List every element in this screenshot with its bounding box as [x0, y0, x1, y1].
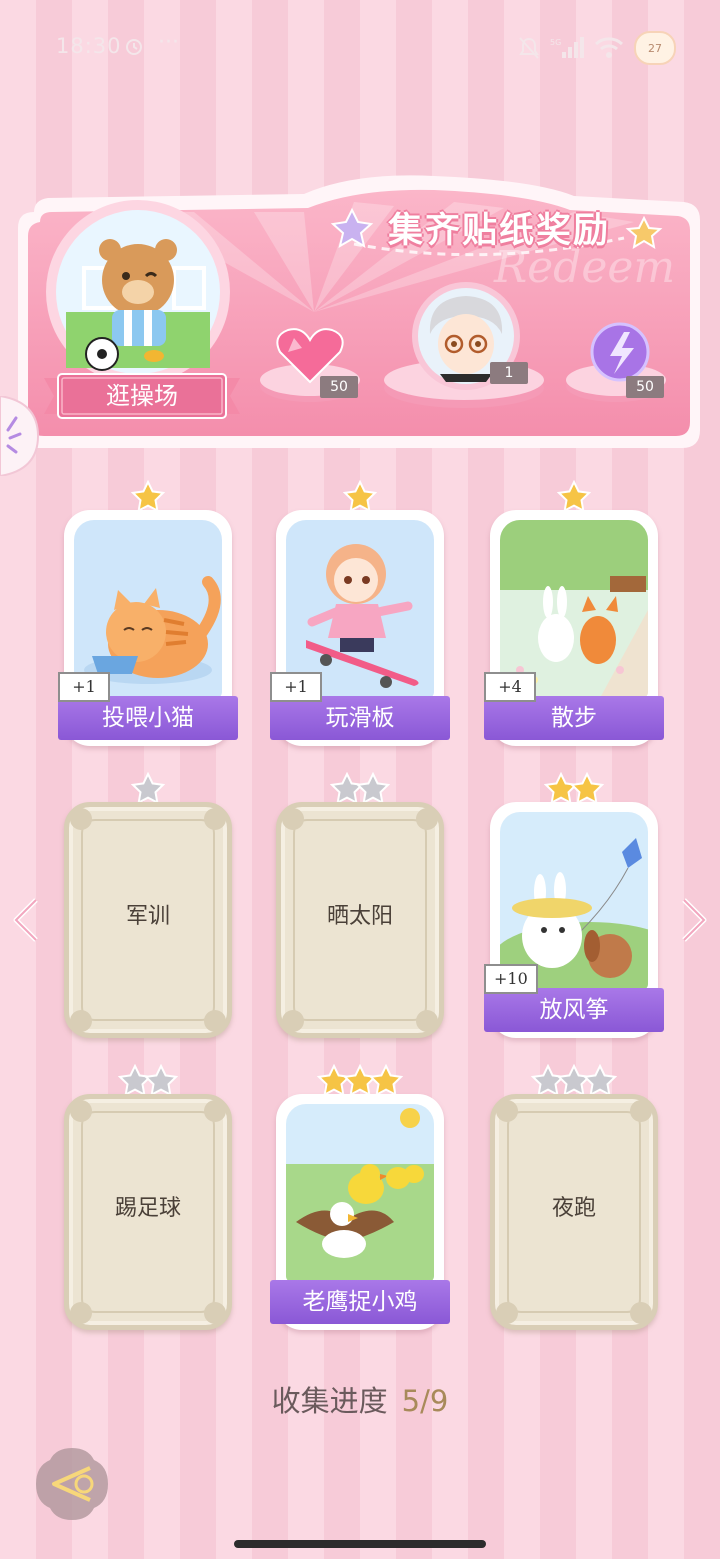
card-corner-ornament [204, 1302, 226, 1324]
card-corner-ornament [70, 1302, 92, 1324]
card-corner-ornament [204, 1010, 226, 1032]
card-title: 玩滑板 [270, 696, 450, 740]
reward-character-count: 1 [490, 362, 528, 384]
reward-heart-count: 50 [320, 376, 358, 398]
card-corner-ornament [70, 808, 92, 830]
collection-progress-value: 5/9 [401, 1384, 449, 1418]
svg-text:5G: 5G [550, 38, 561, 47]
previous-page-arrow-icon[interactable] [10, 896, 40, 944]
wifi-icon [594, 37, 624, 58]
card-title: 踢足球 [114, 1196, 181, 1221]
collection-progress-label: 收集进度 [271, 1384, 388, 1418]
character-avatar [384, 282, 544, 408]
card-title: 放风筝 [484, 988, 664, 1032]
card-corner-ornament [416, 808, 438, 830]
card-title: 散步 [484, 696, 664, 740]
reward-character: 1 [382, 282, 546, 410]
card-bonus-badge: +4 [484, 672, 536, 702]
side-tab-handle[interactable] [0, 396, 40, 476]
card-title: 军训 [125, 904, 170, 929]
card-bonus-badge: +1 [270, 672, 322, 702]
back-button[interactable] [32, 1444, 112, 1524]
card-corner-ornament [282, 1010, 304, 1032]
card-bonus-badge: +10 [484, 964, 538, 994]
playground-button[interactable]: 逛操场 [44, 372, 240, 420]
card-title: 老鹰捉小鸡 [270, 1280, 450, 1324]
reward-lightning-orb: 50 [564, 318, 668, 406]
card-corner-ornament [496, 1100, 518, 1122]
card-corner-ornament [416, 1010, 438, 1032]
card-corner-ornament [630, 1302, 652, 1324]
signal-icon: 5G [550, 37, 584, 58]
status-right-icons: 5G 27 [518, 28, 676, 68]
status-time: 18:30 [56, 34, 122, 58]
card-corner-ornament [282, 808, 304, 830]
sticker-card[interactable]: 投喂小猫 +1 [58, 479, 238, 754]
sticker-card[interactable]: 放风筝 +10 [484, 771, 664, 1046]
collection-progress: 收集进度 5/9 [0, 1378, 720, 1420]
reward-orb-count: 50 [626, 376, 664, 398]
card-title: 晒太阳 [326, 904, 393, 929]
card-bonus-badge: +1 [58, 672, 110, 702]
sticker-reward-banner: 集齐贴纸奖励 Redeem 逛操场 50 1 50 [14, 172, 704, 452]
status-avatar-badge: 27 [634, 31, 676, 65]
card-illustration [286, 1104, 434, 1282]
sticker-card[interactable]: 老鹰捉小鸡 [270, 1063, 450, 1338]
sticker-card[interactable]: 军训 [64, 771, 232, 1046]
card-corner-ornament [496, 1302, 518, 1324]
sticker-card[interactable]: 夜跑 [490, 1063, 658, 1338]
card-title: 夜跑 [551, 1196, 596, 1221]
playground-button-label: 逛操场 [106, 382, 178, 410]
status-bar: 18:30 ··· 5G 27 [0, 0, 720, 96]
mute-icon [519, 37, 539, 59]
card-corner-ornament [204, 808, 226, 830]
sticker-card[interactable]: 踢足球 [64, 1063, 232, 1338]
card-corner-ornament [204, 1100, 226, 1122]
home-indicator[interactable] [234, 1540, 486, 1548]
sticker-card[interactable]: 玩滑板 +1 [270, 479, 450, 754]
card-corner-ornament [630, 1100, 652, 1122]
sticker-card[interactable]: 散步 +4 [484, 479, 664, 754]
reward-heart-gem: 50 [258, 322, 362, 406]
card-corner-ornament [70, 1100, 92, 1122]
sticker-card[interactable]: 晒太阳 [276, 771, 444, 1046]
next-page-arrow-icon[interactable] [680, 896, 710, 944]
status-more-dots: ··· [158, 30, 179, 55]
alarm-icon [126, 39, 142, 55]
card-title: 投喂小猫 [58, 696, 238, 740]
card-corner-ornament [70, 1010, 92, 1032]
